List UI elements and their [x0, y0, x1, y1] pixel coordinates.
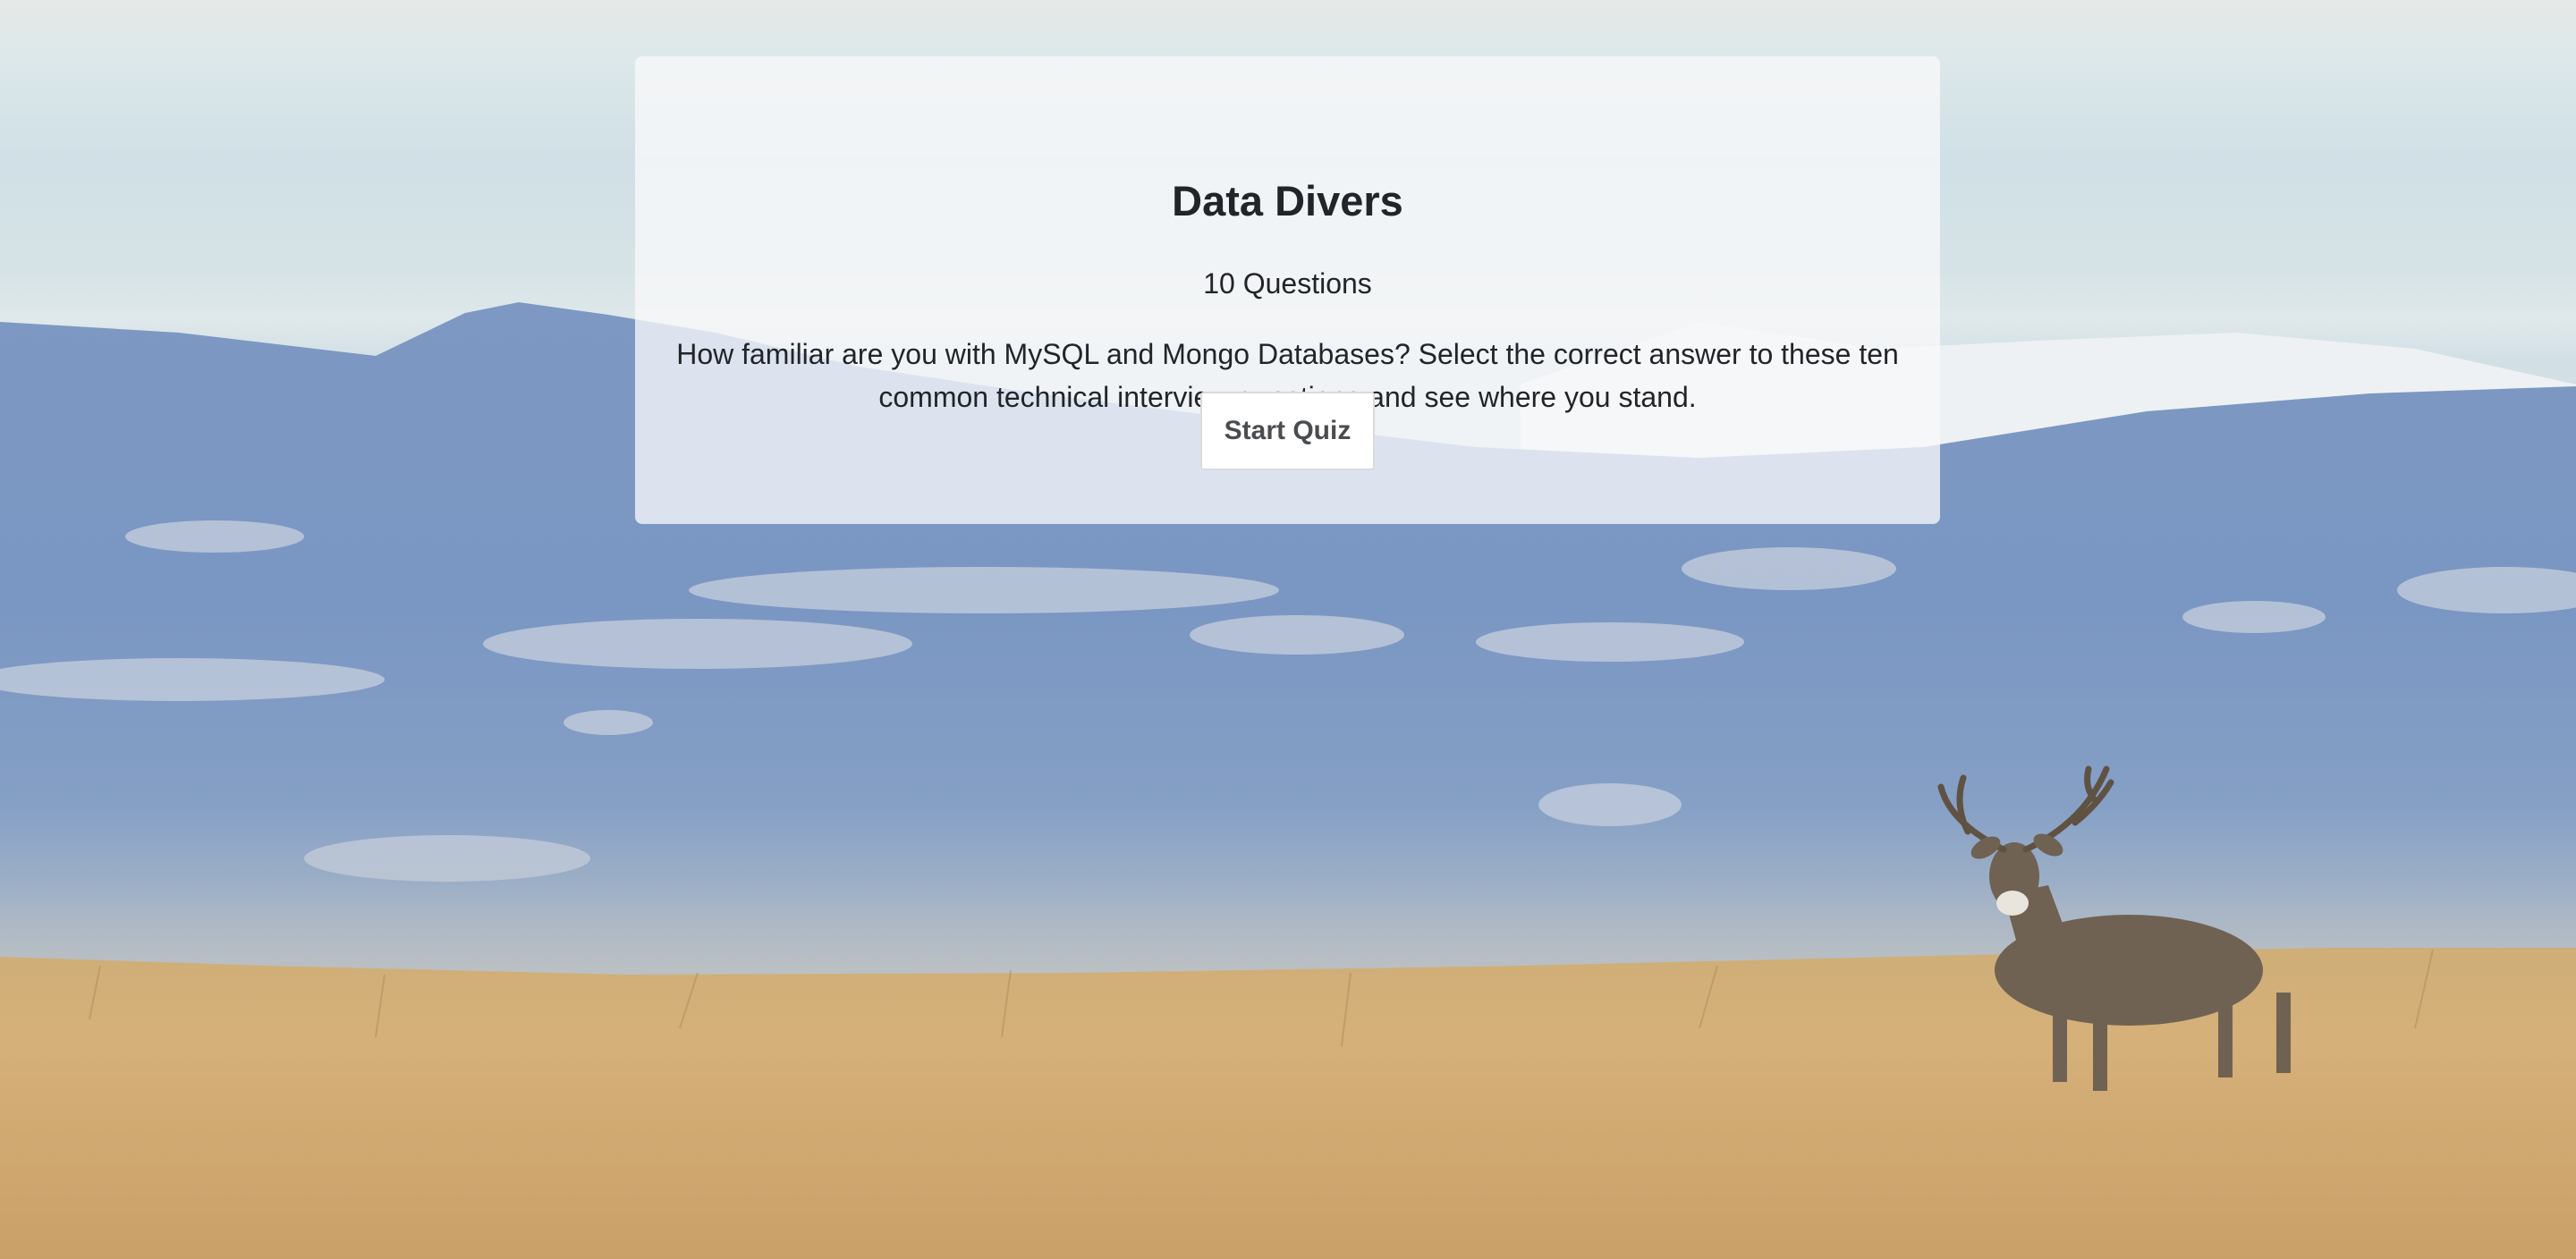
question-count: 10 Questions [1203, 267, 1372, 300]
start-quiz-button[interactable]: Start Quiz [1200, 392, 1375, 470]
page-background: Data Divers 10 Questions How familiar ar… [0, 0, 2576, 1259]
quiz-title: Data Divers [1172, 177, 1403, 224]
